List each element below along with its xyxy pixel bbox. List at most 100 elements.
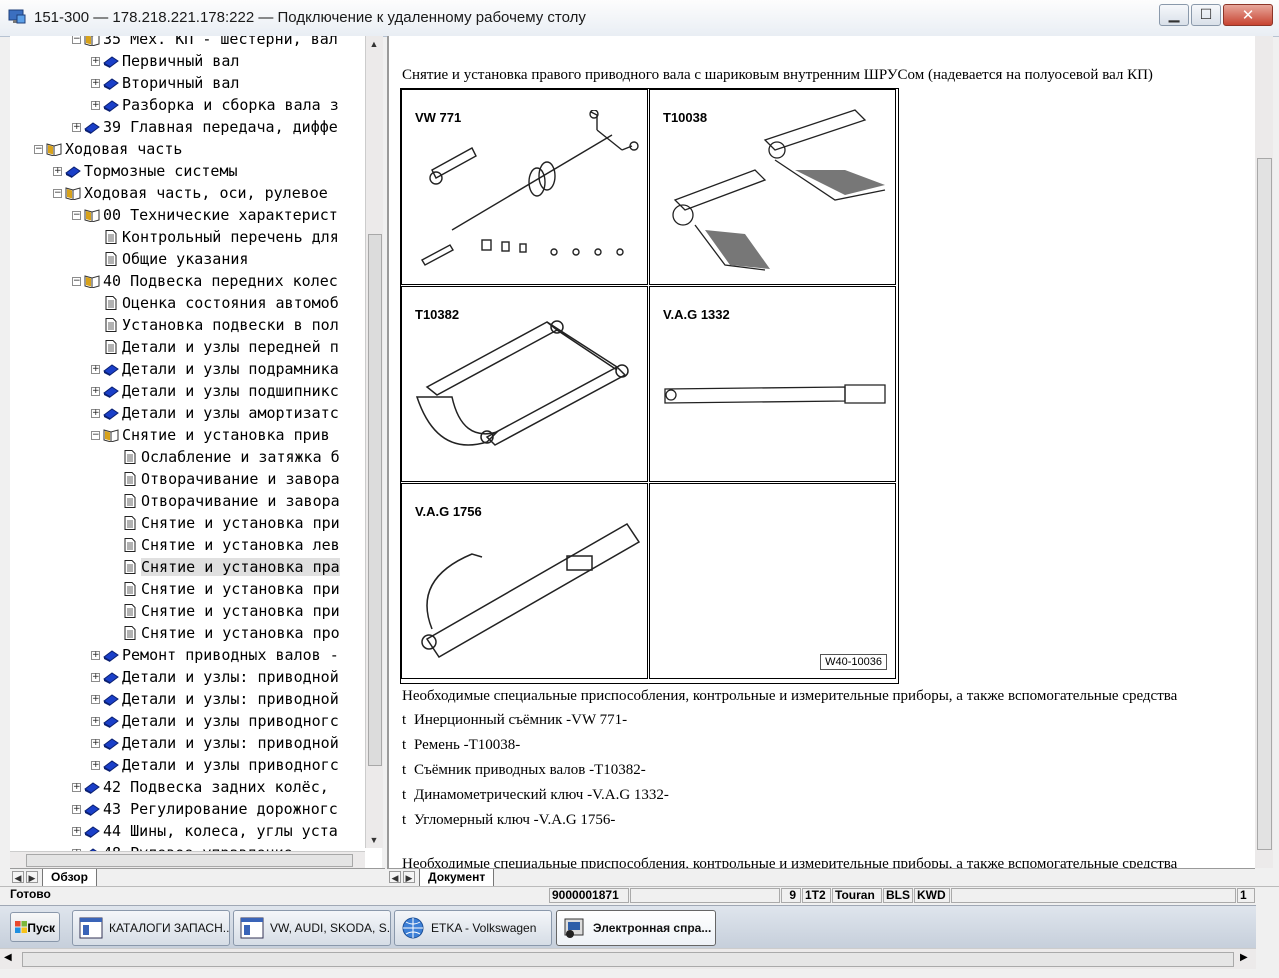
start-button[interactable]: Пуск [10,912,60,942]
tree-item[interactable]: Отворачивание и завора [110,468,340,490]
page-icon [103,340,122,354]
tree-item[interactable]: Снятие и установка про [110,622,340,644]
tree-item[interactable]: Снятие и установка пра [110,556,340,578]
taskbar-app-vw-audi[interactable]: VW, AUDI, SKODA, S... [233,910,391,946]
tree-item-label: Контрольный перечень для [122,228,339,246]
tab-document[interactable]: Документ [419,869,495,887]
page-icon [122,450,141,464]
tree-item[interactable]: Детали и узлы передней п [91,336,339,358]
document-view: Снятие и установка правого приводного ва… [387,36,1257,868]
book-icon [84,802,103,816]
collapse-icon[interactable]: − [91,430,100,440]
tree-item[interactable]: − Ходовая часть [34,138,182,160]
expand-icon[interactable]: + [91,650,100,660]
tree-item[interactable]: + Детали и узлы подрамника [91,358,339,380]
tree-item[interactable]: + Тормозные системы [53,160,238,182]
tree-item[interactable]: Оценка состояния автомоб [91,292,339,314]
tree-item[interactable]: + Первичный вал [91,50,239,72]
expand-icon[interactable]: + [72,782,81,792]
minimize-button[interactable]: ▁ [1159,4,1189,26]
remote-horizontal-scrollbar[interactable]: ◀ ▶ [0,948,1256,969]
scroll-down-icon[interactable]: ▼ [368,834,380,846]
tree-item[interactable]: + Детали и узлы приводногс [91,710,339,732]
taskbar-app-electronic-manual[interactable]: Электронная спра... [556,910,716,946]
doc-tab-left-icon[interactable]: ◀ [389,871,401,883]
expand-icon[interactable]: + [91,672,100,682]
tool-cell-t10382: T10382 [401,286,648,482]
list-item: t Инерционный съёмник -VW 771- [402,712,628,728]
expand-icon[interactable]: + [72,804,81,814]
tree-item[interactable]: − 40 Подвеска передних колес [72,270,338,292]
scroll-right-icon[interactable]: ▶ [1240,952,1248,963]
collapse-icon[interactable]: − [72,210,81,220]
tree-item[interactable]: Снятие и установка лев [110,534,340,556]
tree-hscroll-thumb[interactable] [26,854,353,867]
tree-item[interactable]: + Детали и узлы приводногс [91,754,339,776]
expand-icon[interactable]: + [72,826,81,836]
expand-icon[interactable]: + [53,166,62,176]
remote-hscroll-thumb[interactable] [22,952,1234,967]
tree-vertical-scrollbar[interactable]: ▲ ▼ [365,36,383,848]
expand-icon[interactable]: + [91,738,100,748]
figure-id: W40-10036 [820,654,887,670]
book-icon [84,780,103,794]
tree-item[interactable]: +42 Подвеска задних колёс, [72,776,329,798]
doc-scroll-thumb[interactable] [1257,158,1272,850]
tree-item-label: Снятие и установка при [141,580,340,598]
tab-right-icon[interactable]: ▶ [26,871,38,883]
tree-horizontal-scrollbar[interactable] [10,851,365,868]
tree-item[interactable]: + Детали и узлы амортизатс [91,402,339,424]
scroll-left-icon[interactable]: ◀ [4,952,12,963]
tab-left-icon[interactable]: ◀ [12,871,24,883]
scroll-up-icon[interactable]: ▲ [368,38,380,50]
tree-item[interactable]: + Разборка и сборка вала з [91,94,339,116]
tree-item[interactable]: +44 Шины, колеса, углы уста [72,820,338,842]
tree-item[interactable]: Отворачивание и завора [110,490,340,512]
tree-item[interactable]: − Снятие и установка прив [91,424,330,446]
tree-item[interactable]: + Детали и узлы: приводнoй [91,666,339,688]
collapse-icon[interactable]: − [72,276,81,286]
tree-item[interactable]: Снятие и установка при [110,578,340,600]
tree-item[interactable]: + Детали и узлы: приводной [91,688,339,710]
taskbar-app-etka[interactable]: ETKA - Volkswagen [394,910,552,946]
expand-icon[interactable]: + [72,122,81,132]
tree-item[interactable]: Контрольный перечень для [91,226,339,248]
collapse-icon[interactable]: − [53,188,62,198]
tree-item[interactable]: − Ходовая часть, оси, рулевое [53,182,328,204]
tree-item[interactable]: Общие указания [91,248,248,270]
list-item: t Ремень -T10038- [402,737,521,753]
tree-item[interactable]: +39 Главная передача, диффе [72,116,338,138]
tree-item[interactable]: + Детали и узлы подшипникс [91,380,339,402]
maximize-button[interactable]: ☐ [1191,4,1221,26]
tree-item[interactable]: Ослабление и затяжка б [110,446,340,468]
taskbar-app-catalogs[interactable]: КАТАЛОГИ ЗАПАСН... [72,910,230,946]
tree-item-label: 35 Мех. КП - шестерни, вал [103,36,338,48]
tree-item[interactable]: + Ремонт приводных валов - [91,644,339,666]
expand-icon[interactable]: + [91,716,100,726]
expand-icon[interactable]: + [91,760,100,770]
tree-item[interactable]: Снятие и установка при [110,512,340,534]
collapse-icon[interactable]: − [34,144,43,154]
tab-overview[interactable]: Обзор [42,869,97,887]
doc-tab-right-icon[interactable]: ▶ [403,871,415,883]
tree-view[interactable]: − 35 Мех. КП - шестерни, вал + Первичный ва… [10,36,382,868]
tree-item[interactable]: − 00 Технические характерист [72,204,338,226]
tree-item[interactable]: + Детали и узлы: приводной [91,732,339,754]
doc-vertical-scrollbar[interactable] [1255,36,1273,868]
status-c5: KWD [914,888,950,903]
expand-icon[interactable]: + [91,694,100,704]
tree-item[interactable]: + Вторичный вал [91,72,239,94]
collapse-icon[interactable]: − [72,36,81,44]
expand-icon[interactable]: + [91,386,100,396]
tree-item[interactable]: − 35 Мех. КП - шестерни, вал [72,36,338,50]
tree-item[interactable]: Снятие и установка при [110,600,340,622]
close-button[interactable]: ✕ [1223,4,1273,26]
expand-icon[interactable]: + [91,364,100,374]
expand-icon[interactable]: + [91,56,100,66]
tree-item[interactable]: Установка подвески в пол [91,314,339,336]
expand-icon[interactable]: + [91,408,100,418]
tree-scroll-thumb[interactable] [368,234,382,766]
tree-item[interactable]: +43 Регулирование дорожногс [72,798,338,820]
expand-icon[interactable]: + [91,78,100,88]
expand-icon[interactable]: + [91,100,100,110]
